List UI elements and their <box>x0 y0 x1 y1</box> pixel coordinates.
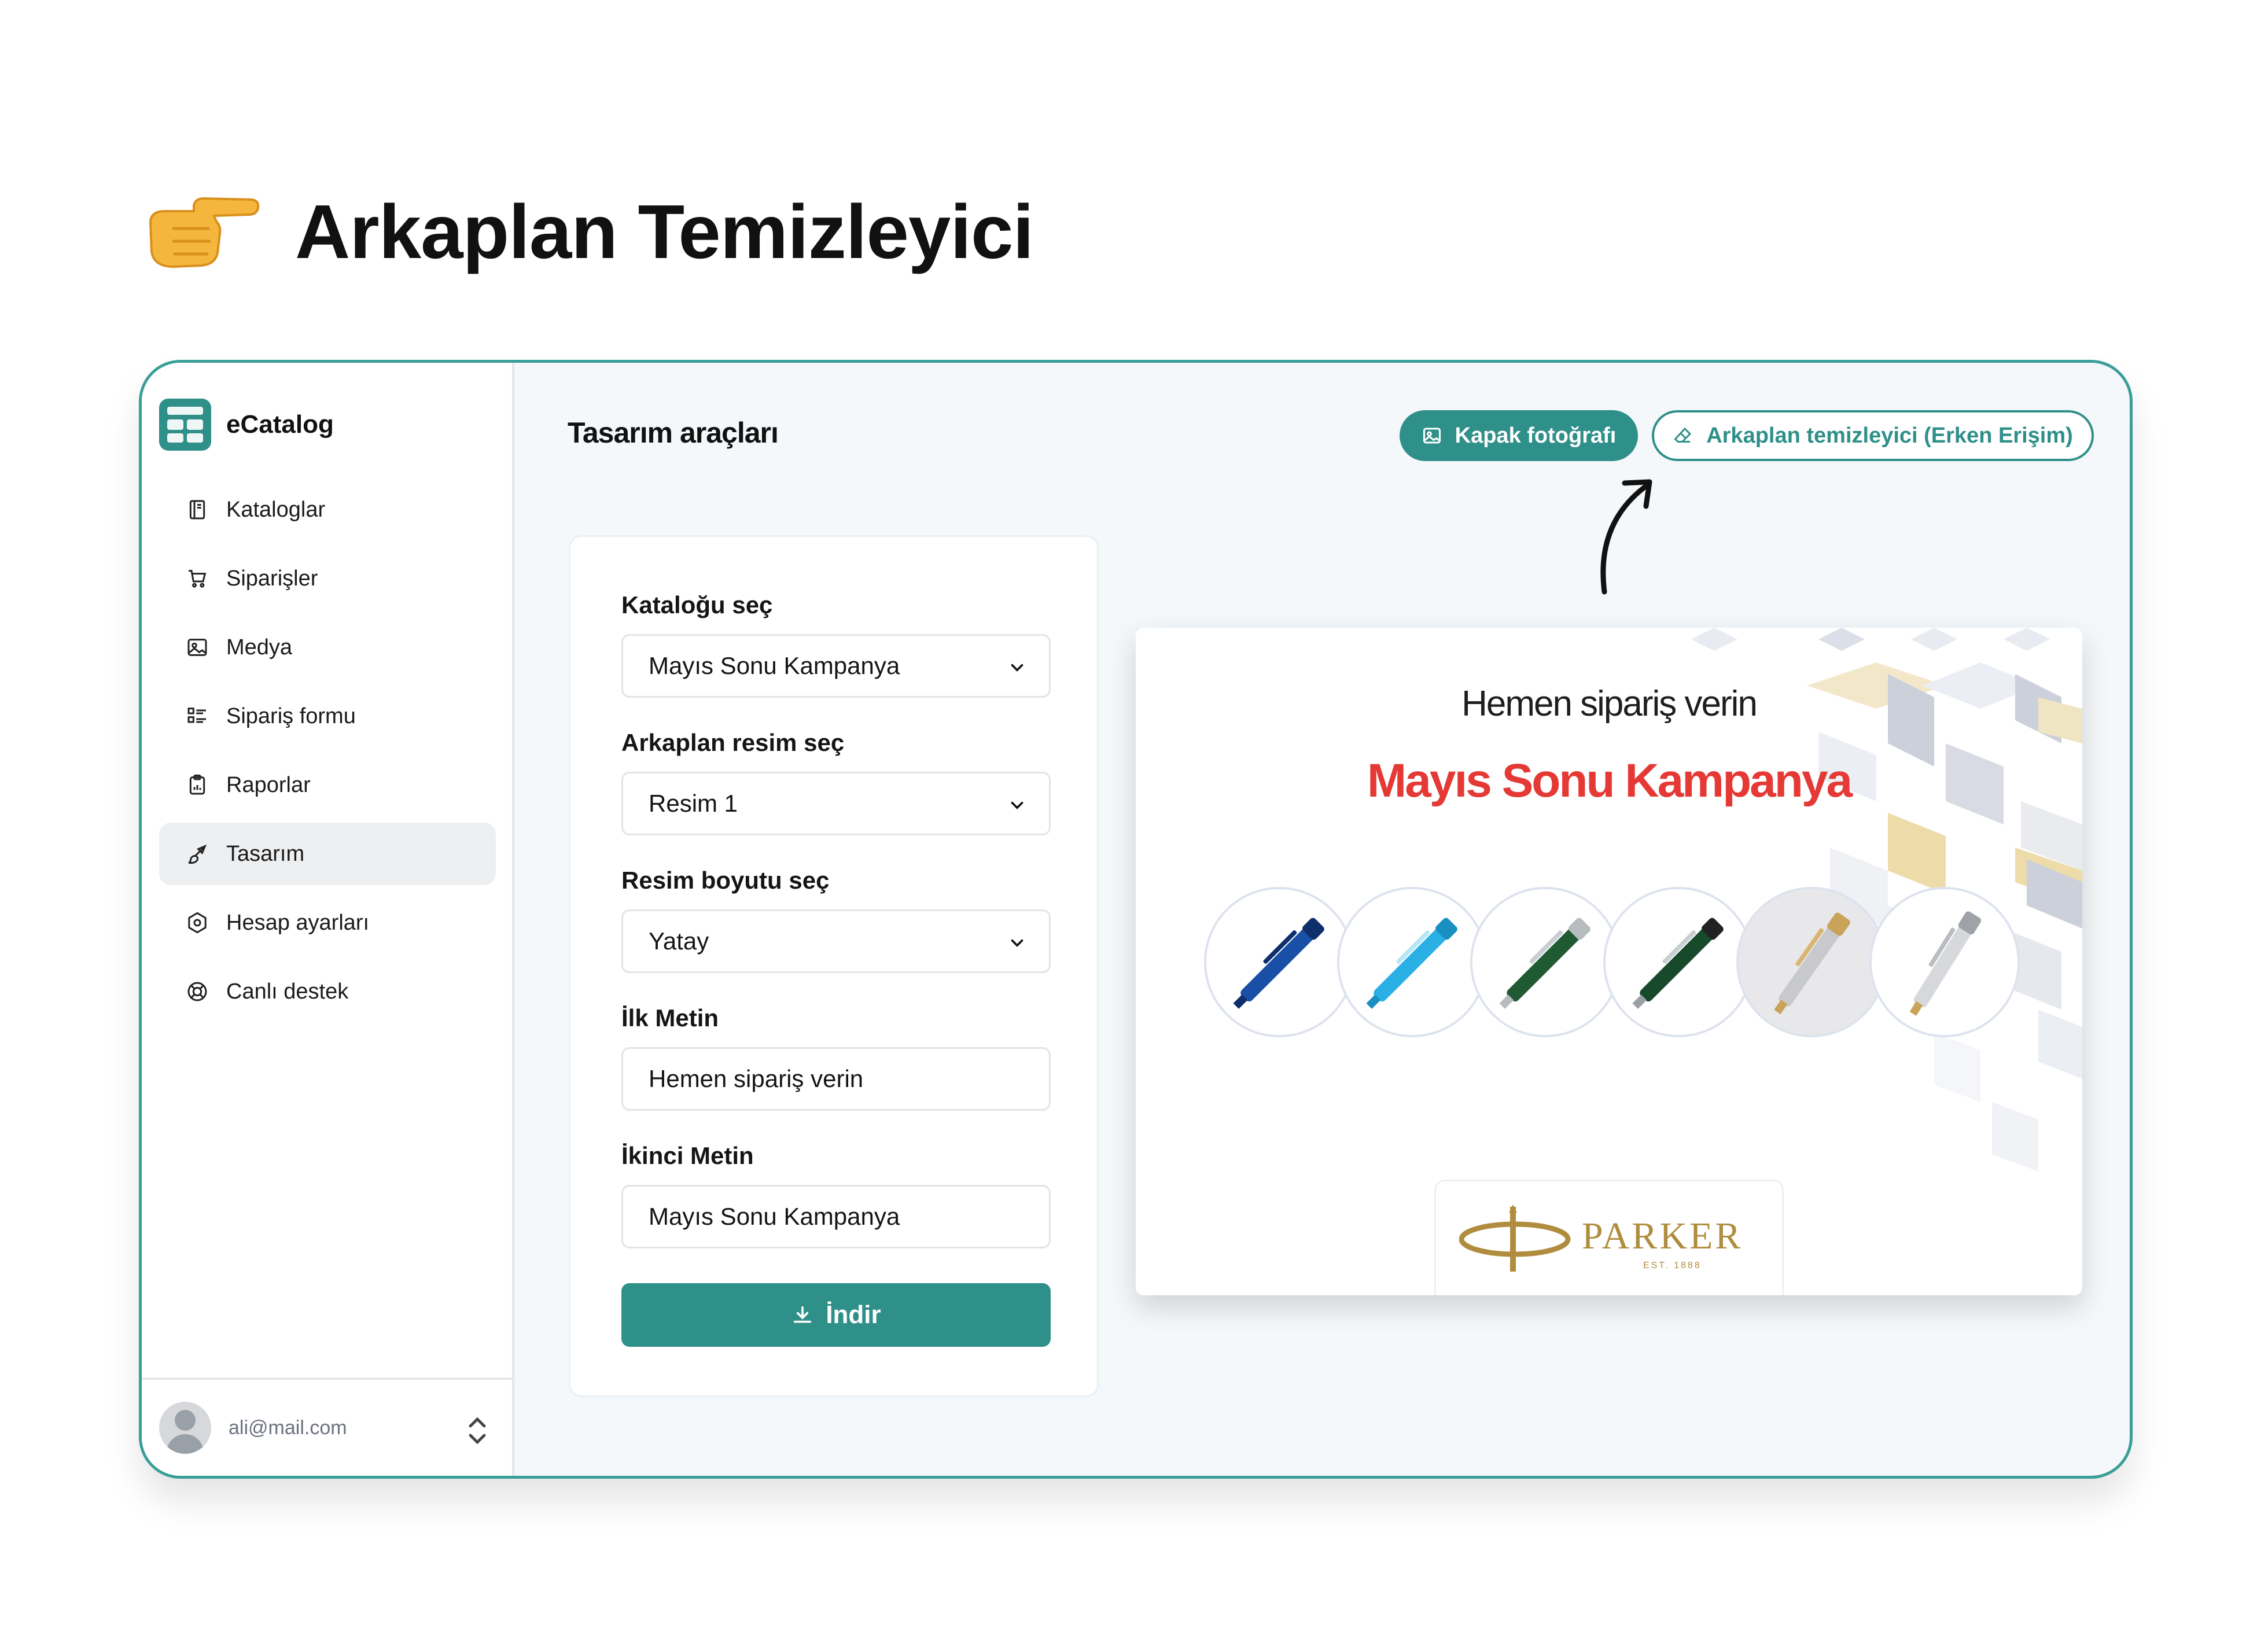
chevron-down-icon <box>1011 939 1023 947</box>
list-icon <box>187 708 206 723</box>
second-text-value: Mayıs Sonu Kampanya <box>649 1203 900 1230</box>
brand[interactable]: eCatalog <box>159 399 334 451</box>
brand-name: eCatalog <box>226 410 334 439</box>
sidebar-item-hesap-ayarlari[interactable]: Hesap ayarları <box>159 892 496 954</box>
page-title: Tasarım araçları <box>568 417 779 449</box>
sidebar-item-canli-destek[interactable]: Canlı destek <box>159 960 496 1023</box>
book-icon <box>189 500 205 520</box>
sidebar-nav: Kataloglar Siparişler Medya Sipariş form… <box>159 478 496 1029</box>
first-text-input[interactable]: Hemen sipariş verin <box>621 1047 1051 1111</box>
sidebar-item-siparisler[interactable]: Siparişler <box>159 547 496 610</box>
second-text-label: İkinci Metin <box>621 1142 754 1169</box>
tab-arkaplan-temizleyici[interactable]: Arkaplan temizleyici (Erken Erişim) <box>1652 410 2094 461</box>
brush-icon <box>188 844 207 864</box>
sidebar-item-raporlar[interactable]: Raporlar <box>159 754 496 816</box>
product-pen-steel-gold <box>1869 887 2020 1037</box>
eraser-icon <box>1674 427 1692 443</box>
tab-label: Kapak fotoğrafı <box>1455 423 1617 448</box>
sidebar: eCatalog Kataloglar Siparişler Medya Sip… <box>142 363 514 1476</box>
first-text-label: İlk Metin <box>621 1004 719 1032</box>
hero-headline: Arkaplan Temizleyici <box>139 174 1034 289</box>
size-select[interactable]: Yatay <box>621 909 1051 973</box>
product-pen-green <box>1470 887 1621 1037</box>
catalog-select-value: Mayıs Sonu Kampanya <box>649 652 900 679</box>
sidebar-item-label: Raporlar <box>226 772 311 797</box>
size-label: Resim boyutu seç <box>621 867 830 894</box>
sidebar-item-siparis-formu[interactable]: Sipariş formu <box>159 685 496 747</box>
product-pen-blue <box>1204 887 1354 1037</box>
catalog-label: Kataloğu seç <box>621 591 773 618</box>
sidebar-item-label: Medya <box>226 635 293 660</box>
sidebar-item-label: Canlı destek <box>226 979 349 1004</box>
cover-preview: Hemen sipariş verin Mayıs Sonu Kampanya <box>1136 628 2082 1295</box>
main-content: Tasarım araçları Kapak fotoğrafı Arkapla… <box>517 363 2130 1476</box>
sidebar-item-kataloglar[interactable]: Kataloglar <box>159 478 496 541</box>
product-pen-dark-green <box>1603 887 1754 1037</box>
background-label: Arkaplan resim seç <box>621 729 845 756</box>
design-form: Kataloğu seç Mayıs Sonu Kampanya Arkapla… <box>569 535 1099 1397</box>
sidebar-item-label: Kataloglar <box>226 497 326 522</box>
preview-headline: Hemen sipariş verin <box>1461 684 1758 724</box>
parker-logo: PARKER EST. 1888 <box>1459 1204 1743 1272</box>
sidebar-item-label: Siparişler <box>226 566 318 591</box>
size-select-value: Yatay <box>649 927 709 955</box>
brand-logo-box: PARKER EST. 1888 <box>1434 1180 1784 1295</box>
pointing-hand-icon <box>149 197 260 268</box>
product-pen-silver-gold <box>1736 887 1887 1037</box>
ecatalog-logo-icon <box>159 399 211 451</box>
chevron-up-down-icon[interactable] <box>466 1414 489 1447</box>
cart-icon <box>189 570 207 588</box>
clipboard-icon <box>189 774 205 795</box>
user-email: ali@mail.com <box>229 1416 347 1439</box>
second-text-input[interactable]: Mayıs Sonu Kampanya <box>621 1185 1051 1248</box>
app-window: eCatalog Kataloglar Siparişler Medya Sip… <box>139 360 2133 1479</box>
download-label: İndir <box>826 1301 881 1329</box>
catalog-select[interactable]: Mayıs Sonu Kampanya <box>621 634 1051 698</box>
chevron-down-icon <box>1011 801 1023 809</box>
download-icon <box>794 1306 812 1323</box>
lifebuoy-icon <box>187 982 207 1001</box>
user-menu[interactable]: ali@mail.com <box>142 1377 512 1476</box>
settings-icon <box>188 912 207 934</box>
pointer-arrow-icon <box>1600 479 1652 595</box>
sidebar-item-label: Hesap ayarları <box>226 910 370 935</box>
parker-est-text: EST. 1888 <box>1643 1261 1702 1270</box>
tab-kapak-fotografi[interactable]: Kapak fotoğrafı <box>1400 410 1638 461</box>
parker-wordmark: PARKER <box>1582 1215 1743 1257</box>
sidebar-item-label: Sipariş formu <box>226 703 356 728</box>
avatar <box>159 1402 211 1454</box>
product-pen-cyan <box>1337 887 1488 1037</box>
sidebar-item-tasarim[interactable]: Tasarım <box>159 823 496 885</box>
page-headline: Arkaplan Temizleyici <box>295 189 1034 274</box>
tab-label: Arkaplan temizleyici (Erken Erişim) <box>1706 423 2073 448</box>
sidebar-item-medya[interactable]: Medya <box>159 616 496 679</box>
first-text-value: Hemen sipariş verin <box>649 1065 864 1092</box>
background-select-value: Resim 1 <box>649 790 738 817</box>
preview-campaign-title: Mayıs Sonu Kampanya <box>1367 754 1853 807</box>
sidebar-item-label: Tasarım <box>226 841 305 866</box>
background-select[interactable]: Resim 1 <box>621 772 1051 835</box>
image-icon <box>187 639 207 656</box>
download-button[interactable]: İndir <box>621 1283 1051 1347</box>
chevron-down-icon <box>1011 664 1023 672</box>
image-icon <box>1423 428 1441 444</box>
